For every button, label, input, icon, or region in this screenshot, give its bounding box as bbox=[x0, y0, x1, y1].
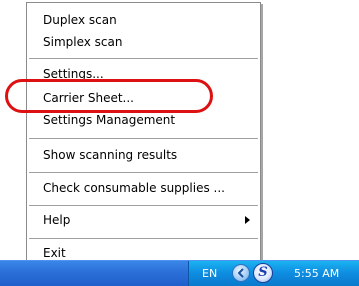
menu-separator bbox=[29, 205, 258, 206]
menu-item-help[interactable]: Help bbox=[27, 209, 260, 231]
menu-separator bbox=[29, 172, 258, 173]
language-indicator[interactable]: EN bbox=[202, 266, 217, 282]
menu-item-label: Help bbox=[43, 213, 71, 227]
menu-item-label: Settings Management bbox=[43, 113, 176, 127]
taskbar-clock: 5:55 AM bbox=[294, 267, 340, 280]
menu-item-settings-management[interactable]: Settings Management bbox=[27, 109, 260, 131]
menu-item-label: Show scanning results bbox=[43, 148, 178, 162]
submenu-arrow-icon bbox=[245, 216, 250, 224]
menu-separator bbox=[29, 58, 258, 59]
scanner-s-icon[interactable]: S bbox=[253, 263, 273, 283]
menu-item-settings[interactable]: Settings... bbox=[27, 63, 260, 85]
menu-item-show-scanning-results[interactable]: Show scanning results bbox=[27, 144, 260, 166]
menu-separator bbox=[29, 138, 258, 139]
menu-item-label: Carrier Sheet... bbox=[43, 91, 134, 105]
menu-item-label: Simplex scan bbox=[43, 35, 123, 49]
menu-item-label: Check consumable supplies ... bbox=[43, 181, 225, 195]
menu-item-check-consumable-supplies[interactable]: Check consumable supplies ... bbox=[27, 177, 260, 199]
menu-item-label: Duplex scan bbox=[43, 13, 117, 27]
menu-item-label: Exit bbox=[43, 246, 66, 260]
menu-item-simplex-scan[interactable]: Simplex scan bbox=[27, 31, 260, 53]
context-menu: Duplex scan Simplex scan Settings... Car… bbox=[26, 2, 261, 266]
screen: Duplex scan Simplex scan Settings... Car… bbox=[0, 0, 359, 286]
menu-item-label: Settings... bbox=[43, 67, 104, 81]
menu-separator bbox=[29, 238, 258, 239]
menu-item-carrier-sheet[interactable]: Carrier Sheet... bbox=[27, 87, 260, 109]
chevron-left-icon[interactable] bbox=[232, 264, 250, 282]
menu-item-duplex-scan[interactable]: Duplex scan bbox=[27, 9, 260, 31]
